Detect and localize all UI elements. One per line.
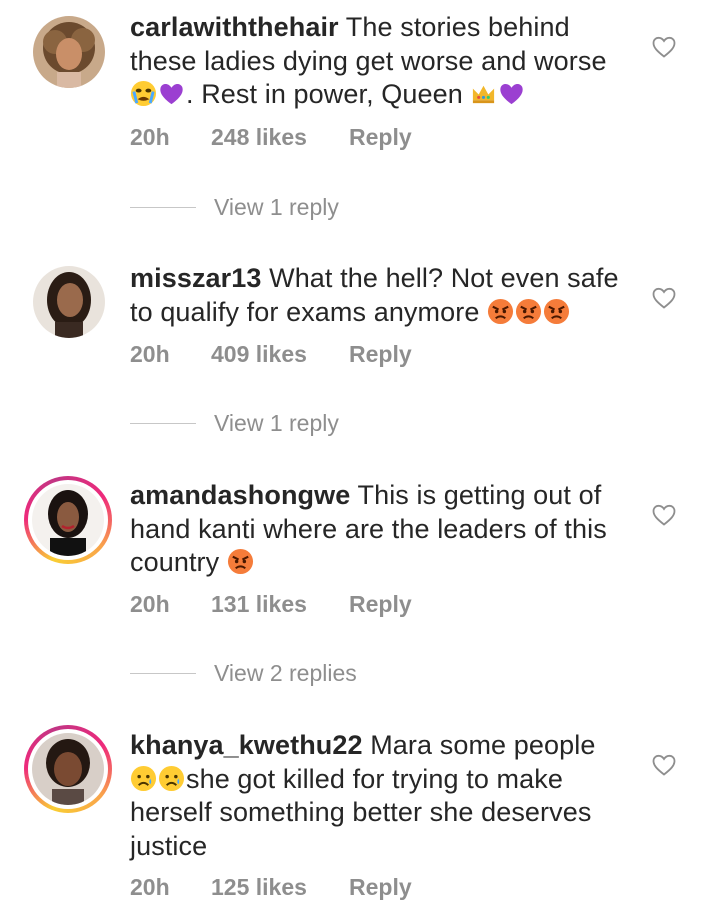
likes-count[interactable]: 131 likes (211, 591, 349, 618)
heart-outline-icon[interactable] (652, 754, 676, 776)
comment-time: 20h (130, 874, 170, 900)
view-replies-button[interactable]: View 1 reply (130, 194, 339, 221)
comment-username[interactable]: carlawiththehair (130, 12, 339, 42)
comment-text: carlawiththehair The stories behind thes… (130, 12, 607, 109)
divider-line (130, 422, 196, 425)
view-replies-button[interactable]: View 1 reply (130, 410, 339, 437)
sad-tear-face-icon (158, 765, 185, 791)
heart-outline-icon[interactable] (652, 287, 676, 309)
heart-outline-icon[interactable] (652, 36, 676, 58)
reply-button[interactable]: Reply (349, 874, 412, 901)
crown-icon (473, 85, 495, 104)
comment-time: 20h (130, 124, 170, 150)
reply-button[interactable]: Reply (349, 341, 412, 368)
comment-time: 20h (130, 591, 170, 617)
view-replies-label: View 2 replies (214, 660, 357, 686)
heart-outline-icon[interactable] (652, 504, 676, 526)
comment-username[interactable]: amandashongwe (130, 480, 350, 510)
purple-heart-icon (160, 83, 183, 105)
comment-username[interactable]: misszar13 (130, 263, 262, 293)
angry-face-icon (516, 298, 542, 324)
angry-face-icon (488, 298, 514, 324)
comment-text: amandashongwe This is getting out of han… (130, 480, 607, 577)
likes-count[interactable]: 248 likes (211, 124, 349, 151)
likes-count[interactable]: 409 likes (211, 341, 349, 368)
sad-tear-face-icon (130, 765, 157, 791)
view-replies-label: View 1 reply (214, 410, 339, 436)
view-replies-label: View 1 reply (214, 194, 339, 220)
divider-line (130, 206, 196, 209)
avatar[interactable] (24, 725, 112, 813)
avatar[interactable] (33, 16, 105, 88)
comment-text: misszar13 What the hell? Not even safe t… (130, 263, 619, 327)
comment-username[interactable]: khanya_kwethu22 (130, 730, 363, 760)
reply-button[interactable]: Reply (349, 591, 412, 618)
comment-meta: 20h 131 likes Reply (130, 591, 412, 618)
reply-button[interactable]: Reply (349, 124, 412, 151)
comment-time: 20h (130, 341, 170, 367)
avatar[interactable] (24, 476, 112, 564)
divider-line (130, 672, 196, 675)
angry-face-icon (227, 548, 253, 575)
comment-meta: 20h 409 likes Reply (130, 341, 412, 368)
likes-count[interactable]: 125 likes (211, 874, 349, 901)
comment-text: khanya_kwethu22 Mara some people she got… (130, 730, 596, 861)
crying-emoji-icon (130, 80, 157, 107)
purple-heart-icon (500, 83, 524, 105)
view-replies-button[interactable]: View 2 replies (130, 660, 357, 687)
comment-meta: 20h 248 likes Reply (130, 124, 412, 151)
avatar[interactable] (33, 266, 105, 338)
angry-face-icon (544, 298, 570, 324)
comment-meta: 20h 125 likes Reply (130, 874, 412, 901)
